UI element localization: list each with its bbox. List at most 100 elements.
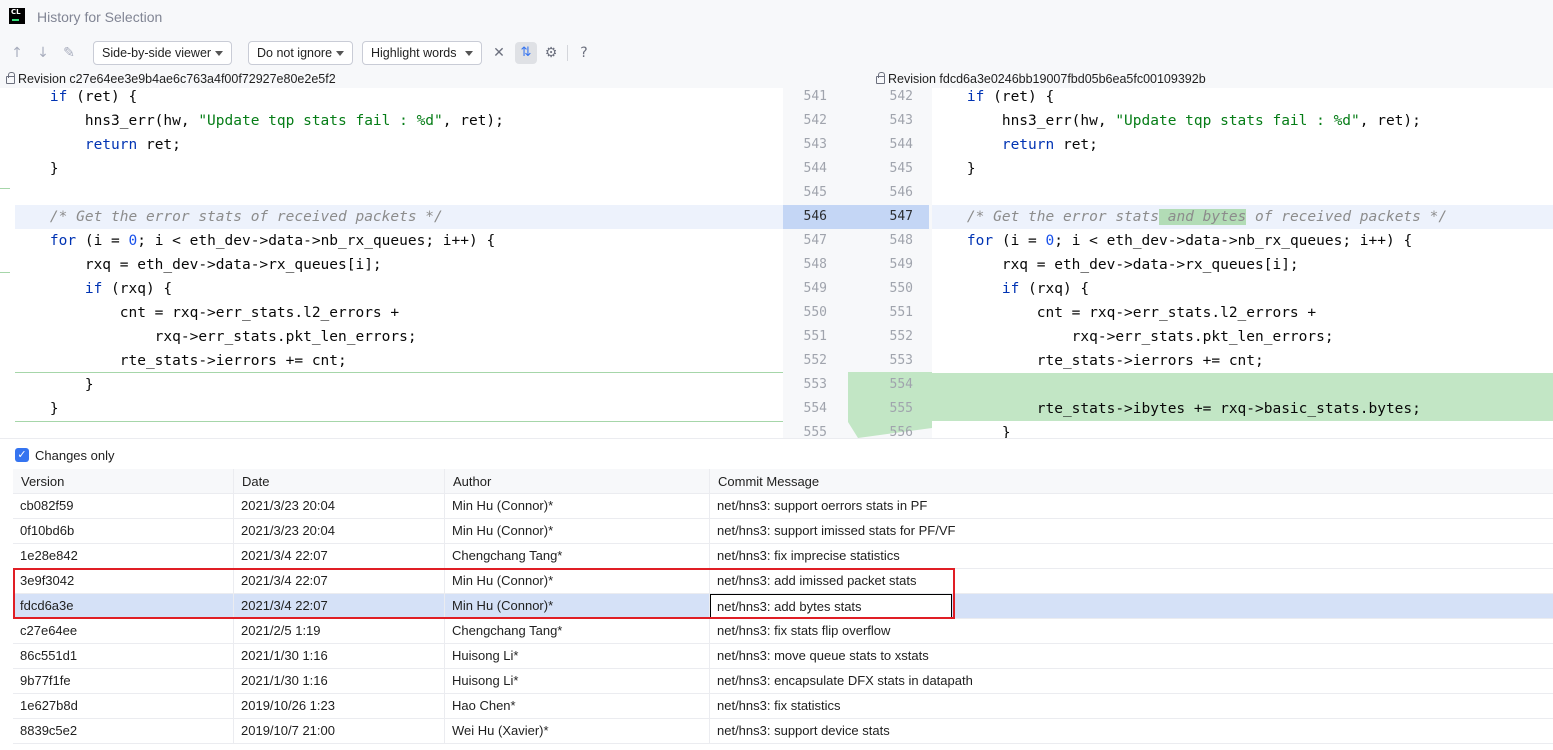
line-number: 543: [889, 113, 913, 128]
gear-icon[interactable]: ⚙: [542, 44, 560, 62]
cell-commit-message: net/hns3: support oerrors stats in PF: [717, 498, 928, 513]
highlight-mode-dropdown[interactable]: Highlight words: [362, 41, 482, 65]
line-number: 554: [889, 377, 913, 392]
code-line: rte_stats->ierrors += cnt;: [966, 353, 1264, 369]
line-number: 542: [889, 89, 913, 104]
line-number: 555: [889, 401, 913, 416]
cell-author: Chengchang Tang*: [445, 544, 710, 568]
cell-commit-message: net/hns3: fix imprecise statistics: [717, 548, 900, 563]
cell-author: Hao Chen*: [445, 694, 710, 718]
left-code-pane[interactable]: if (ret) { hns3_err(hw, "Update tqp stat…: [15, 88, 783, 438]
changes-only-label: Changes only: [35, 448, 115, 463]
table-header: Version Date Author Commit Message: [13, 469, 1553, 494]
code-line: cnt = rxq->err_stats.l2_errors +: [49, 305, 400, 321]
sync-scroll-icon[interactable]: ⇅: [515, 42, 537, 64]
arrow-up-icon[interactable]: ↑: [8, 44, 26, 62]
table-row[interactable]: 3e9f3042 2021/3/4 22:07 Min Hu (Connor)* ne…: [13, 569, 1553, 594]
cell-version: 1e627b8d: [13, 694, 234, 718]
code-line: }: [49, 161, 59, 177]
line-number: 542: [803, 113, 827, 128]
cell-date: 2021/3/4 22:07: [234, 594, 445, 618]
cell-date: 2021/1/30 1:16: [234, 644, 445, 668]
line-number: 541: [803, 89, 827, 104]
column-header-version[interactable]: Version: [13, 469, 234, 494]
code-line: rxq->err_stats.pkt_len_errors;: [966, 329, 1334, 345]
line-number: 545: [889, 161, 913, 176]
line-number: 546: [889, 185, 913, 200]
arrow-down-icon[interactable]: ↓: [34, 44, 52, 62]
table-row[interactable]: fdcd6a3e 2021/3/4 22:07 Min Hu (Connor)* ne…: [13, 594, 1553, 619]
cell-author: Min Hu (Connor)*: [445, 594, 710, 618]
insertion-marker-line: [15, 421, 783, 422]
change-marker: [0, 272, 10, 273]
line-number: 550: [889, 281, 913, 296]
code-line: }: [966, 161, 976, 177]
cell-commit-message: net/hns3: add bytes stats: [710, 594, 952, 619]
cell-date: 2021/3/4 22:07: [234, 569, 445, 593]
table-row[interactable]: cb082f59 2021/3/23 20:04 Min Hu (Connor)* n…: [13, 494, 1553, 519]
table-row[interactable]: c27e64ee 2021/2/5 1:19 Chengchang Tang* net…: [13, 619, 1553, 644]
line-number: 545: [803, 185, 827, 200]
cell-version: 3e9f3042: [13, 569, 234, 593]
question-icon[interactable]: ?: [575, 44, 593, 62]
right-revision-header: Revision fdcd6a3e0246bb19007fbd05b6ea5fc…: [783, 70, 1553, 88]
code-line: return ret;: [1001, 137, 1098, 153]
ignore-mode-dropdown[interactable]: Do not ignore: [248, 41, 353, 65]
cell-author: Chengchang Tang*: [445, 619, 710, 643]
viewer-mode-dropdown[interactable]: Side-by-side viewer: [93, 41, 232, 65]
column-header-date[interactable]: Date: [234, 469, 445, 494]
ignore-mode-label: Do not ignore: [257, 46, 333, 60]
toolbar-separator: [567, 45, 568, 61]
line-number: 552: [889, 329, 913, 344]
table-row[interactable]: 1e627b8d 2019/10/26 1:23 Hao Chen* net/hns3…: [13, 694, 1553, 719]
code-line: rte_stats->ierrors += cnt;: [49, 353, 347, 369]
line-number: 543: [803, 137, 827, 152]
column-header-author[interactable]: Author: [445, 469, 710, 494]
table-row[interactable]: 9b77f1fe 2021/1/30 1:16 Huisong Li* net/hns…: [13, 669, 1553, 694]
cell-date: 2019/10/7 21:00: [234, 719, 445, 743]
line-number: 554: [803, 401, 827, 416]
code-line: hns3_err(hw, "Update tqp stats fail : %d…: [49, 113, 504, 129]
cell-version: 1e28e842: [13, 544, 234, 568]
cell-commit-message: net/hns3: support imissed stats for PF/V…: [717, 523, 956, 538]
changed-words: and bytes: [1158, 209, 1247, 225]
cell-date: 2021/3/23 20:04: [234, 519, 445, 543]
collapse-icon[interactable]: ✕: [490, 44, 508, 62]
code-line: rxq = eth_dev->data->rx_queues[i];: [966, 257, 1299, 273]
line-number: 550: [803, 305, 827, 320]
code-line: if (rxq) {: [1001, 281, 1090, 297]
column-header-commit-message[interactable]: Commit Message: [710, 469, 1553, 494]
diff-viewer: if (ret) { hns3_err(hw, "Update tqp stat…: [0, 88, 1553, 438]
left-revision-header: Revision c27e64ee3e9b4ae6c763a4f00f72927…: [0, 70, 783, 88]
highlight-mode-label: Highlight words: [371, 46, 457, 60]
pencil-icon[interactable]: ✎: [60, 44, 78, 62]
chevron-down-icon: [336, 51, 344, 56]
history-panel: ✓ Changes only Version Date Author Commit…: [0, 438, 1553, 750]
table-row[interactable]: 0f10bd6b 2021/3/23 20:04 Min Hu (Connor)* n…: [13, 519, 1553, 544]
line-number: 547: [889, 209, 913, 224]
code-line: }: [966, 425, 1011, 438]
code-line: for (i = 0; i < eth_dev->data->nb_rx_que…: [49, 233, 496, 249]
right-code-pane[interactable]: if (ret) { hns3_err(hw, "Update tqp stat…: [932, 88, 1553, 438]
changes-only-checkbox[interactable]: ✓ Changes only: [15, 448, 115, 464]
cell-commit-message: net/hns3: move queue stats to xstats: [717, 648, 929, 663]
code-line: if (ret) {: [966, 89, 1055, 105]
table-row[interactable]: 1e28e842 2021/3/4 22:07 Chengchang Tang* ne…: [13, 544, 1553, 569]
cell-commit-message: net/hns3: fix statistics: [717, 698, 841, 713]
cell-date: 2021/3/4 22:07: [234, 544, 445, 568]
line-number: 549: [889, 257, 913, 272]
table-row[interactable]: 8839c5e2 2019/10/7 21:00 Wei Hu (Xavier)* n…: [13, 719, 1553, 744]
line-number: 556: [889, 425, 913, 438]
cell-version: 9b77f1fe: [13, 669, 234, 693]
clion-logo-icon: CL: [9, 8, 25, 24]
viewer-mode-label: Side-by-side viewer: [102, 46, 212, 60]
code-line: cnt = rxq->err_stats.l2_errors +: [966, 305, 1317, 321]
line-number: 552: [803, 353, 827, 368]
line-number: 555: [803, 425, 827, 438]
table-row[interactable]: 86c551d1 2021/1/30 1:16 Huisong Li* net/hns…: [13, 644, 1553, 669]
chevron-down-icon: [465, 51, 473, 56]
line-number: 547: [803, 233, 827, 248]
cell-author: Min Hu (Connor)*: [445, 569, 710, 593]
cell-commit-message: net/hns3: support device stats: [717, 723, 890, 738]
line-number: 548: [889, 233, 913, 248]
